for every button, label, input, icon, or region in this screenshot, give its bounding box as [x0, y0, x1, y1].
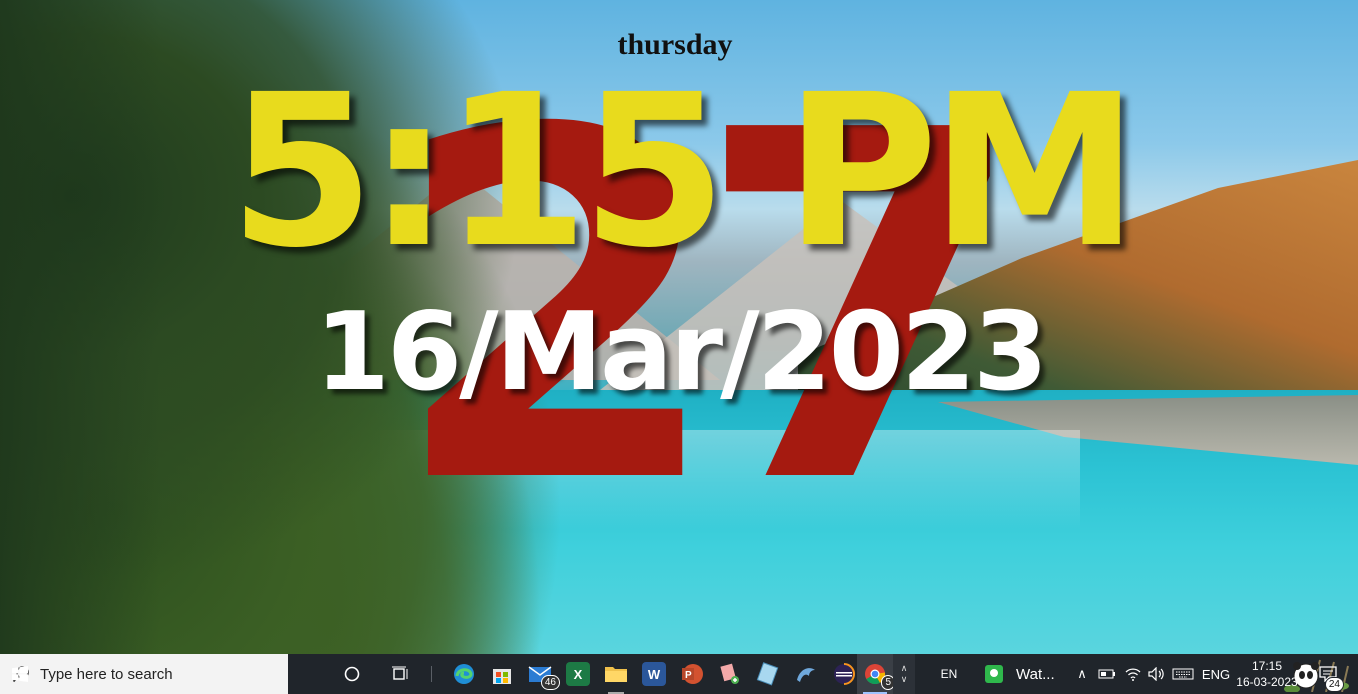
- cortana-button[interactable]: [336, 654, 368, 694]
- excel-icon: X: [566, 662, 590, 686]
- show-hidden-icons-icon: ∧: [1077, 666, 1087, 681]
- taskbar: Type here to search 46 X W P 5 ∧ ∨ EN Wa…: [0, 654, 1358, 694]
- start-button[interactable]: [0, 654, 40, 694]
- search-box[interactable]: Type here to search: [0, 654, 1349, 694]
- taskbar-app-word[interactable]: W: [636, 654, 672, 694]
- taskbar-app-edge[interactable]: [446, 654, 482, 694]
- taskbar-app-store[interactable]: [484, 654, 520, 694]
- taskbar-app-chrome[interactable]: 5: [857, 654, 895, 694]
- dolphin-icon: [797, 668, 815, 682]
- system-clock[interactable]: 17:15 16-03-2023: [1232, 654, 1302, 694]
- word-icon: W: [642, 662, 666, 686]
- mail-badge: 46: [540, 675, 560, 690]
- clock-time: 17:15: [1251, 659, 1283, 673]
- input-indicator[interactable]: EN: [932, 654, 966, 694]
- wifi-button[interactable]: [1122, 654, 1144, 694]
- taskbar-app-notepad[interactable]: [750, 654, 786, 694]
- taskbar-separator: [431, 666, 432, 682]
- language-button[interactable]: ENG: [1200, 654, 1232, 694]
- task-view-icon: [392, 666, 408, 680]
- file-explorer-icon: [605, 667, 627, 682]
- taskbar-app-dolphin[interactable]: [788, 654, 824, 694]
- snip-tool-icon: [720, 663, 739, 684]
- touch-keyboard-button[interactable]: [1170, 654, 1196, 694]
- task-view-button[interactable]: [384, 654, 416, 694]
- wifi-icon: [1125, 668, 1141, 681]
- taskbar-app-whatsapp[interactable]: Wat...: [976, 654, 1074, 694]
- search-placeholder: Type here to search: [40, 665, 173, 683]
- windows-start-icon: [12, 666, 28, 682]
- date-display: 16/Mar/2023: [314, 290, 1048, 415]
- taskbar-app-powerpoint[interactable]: P: [674, 654, 710, 694]
- taskbar-scroll-buttons[interactable]: ∧ ∨: [893, 654, 915, 694]
- taskbar-app-file-explorer[interactable]: [598, 654, 634, 694]
- chevron-down-icon[interactable]: ∨: [901, 674, 908, 685]
- time-display: 5:15 PM: [228, 49, 1139, 294]
- chevron-up-icon[interactable]: ∧: [901, 663, 908, 674]
- eclipse-icon: [834, 663, 855, 685]
- clock-date: 16-03-2023: [1236, 675, 1298, 689]
- show-hidden-icons-button[interactable]: ∧: [1072, 654, 1092, 694]
- edge-icon: [454, 664, 474, 684]
- taskbar-app-mail[interactable]: 46: [522, 654, 560, 694]
- notepad-icon: [756, 662, 779, 686]
- volume-button[interactable]: [1146, 654, 1168, 694]
- battery-button[interactable]: [1096, 654, 1118, 694]
- store-icon: [493, 669, 511, 684]
- whatsapp-icon: [985, 665, 1003, 683]
- svg-text:P: P: [685, 670, 692, 681]
- notifications-button[interactable]: 24: [1308, 654, 1348, 694]
- clock-widget: 27 thursday 5:15 PM 16/Mar/2023: [0, 0, 1358, 654]
- powerpoint-icon: P: [682, 664, 703, 684]
- keyboard-icon: [1172, 668, 1194, 680]
- volume-icon: [1148, 667, 1164, 681]
- taskbar-app-excel[interactable]: X: [560, 654, 596, 694]
- battery-icon: [1098, 669, 1115, 679]
- cortana-icon: [344, 666, 360, 682]
- running-app-label: Wat...: [1016, 665, 1055, 683]
- taskbar-app-snip[interactable]: [712, 654, 748, 694]
- notification-count: 24: [1324, 677, 1344, 692]
